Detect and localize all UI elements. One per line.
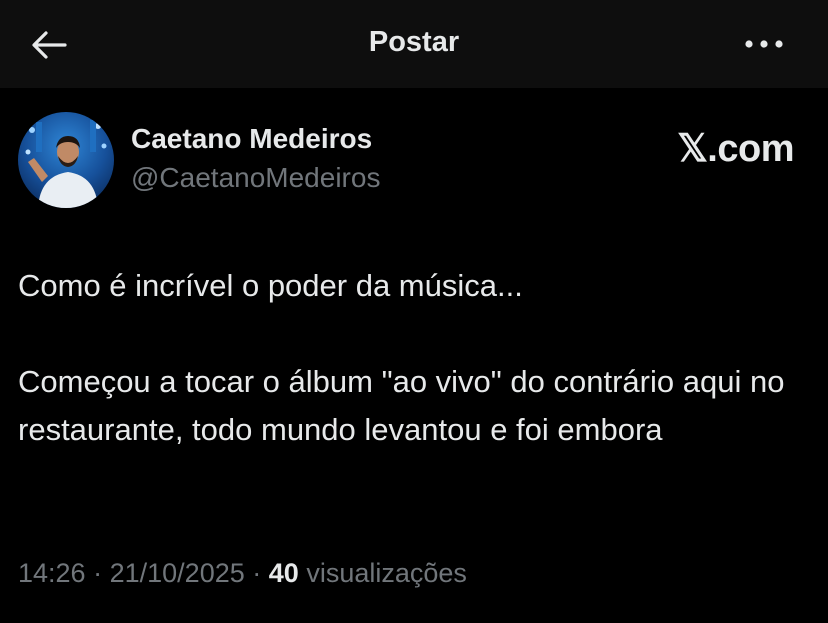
page-title: Postar	[368, 26, 460, 58]
post-body: Como é incrível o poder da música... Com…	[18, 262, 808, 454]
user-avatar-image	[18, 112, 114, 208]
post-paragraph: Começou a tocar o álbum "ao vivo" do con…	[18, 364, 785, 447]
views-count[interactable]: 40	[269, 558, 299, 588]
author-handle[interactable]: @CaetanoMedeiros	[131, 162, 380, 194]
separator: ·	[252, 558, 262, 588]
separator: ·	[93, 558, 103, 588]
top-bar: Postar	[0, 0, 828, 88]
x-logo-watermark: 𝕏.com	[677, 128, 794, 170]
author-name[interactable]: Caetano Medeiros	[131, 123, 372, 155]
more-horizontal-icon	[745, 40, 783, 48]
post-date[interactable]: 21/10/2025	[110, 558, 245, 588]
post-time[interactable]: 14:26	[18, 558, 86, 588]
views-label: visualizações	[306, 558, 467, 588]
avatar[interactable]	[18, 112, 114, 208]
post-paragraph: Como é incrível o poder da música...	[18, 268, 523, 303]
post-metadata: 14:26 · 21/10/2025 · 40 visualizações	[18, 558, 467, 589]
more-options-button[interactable]	[736, 26, 792, 62]
post-author: Caetano Medeiros @CaetanoMedeiros 𝕏.com	[18, 112, 810, 212]
